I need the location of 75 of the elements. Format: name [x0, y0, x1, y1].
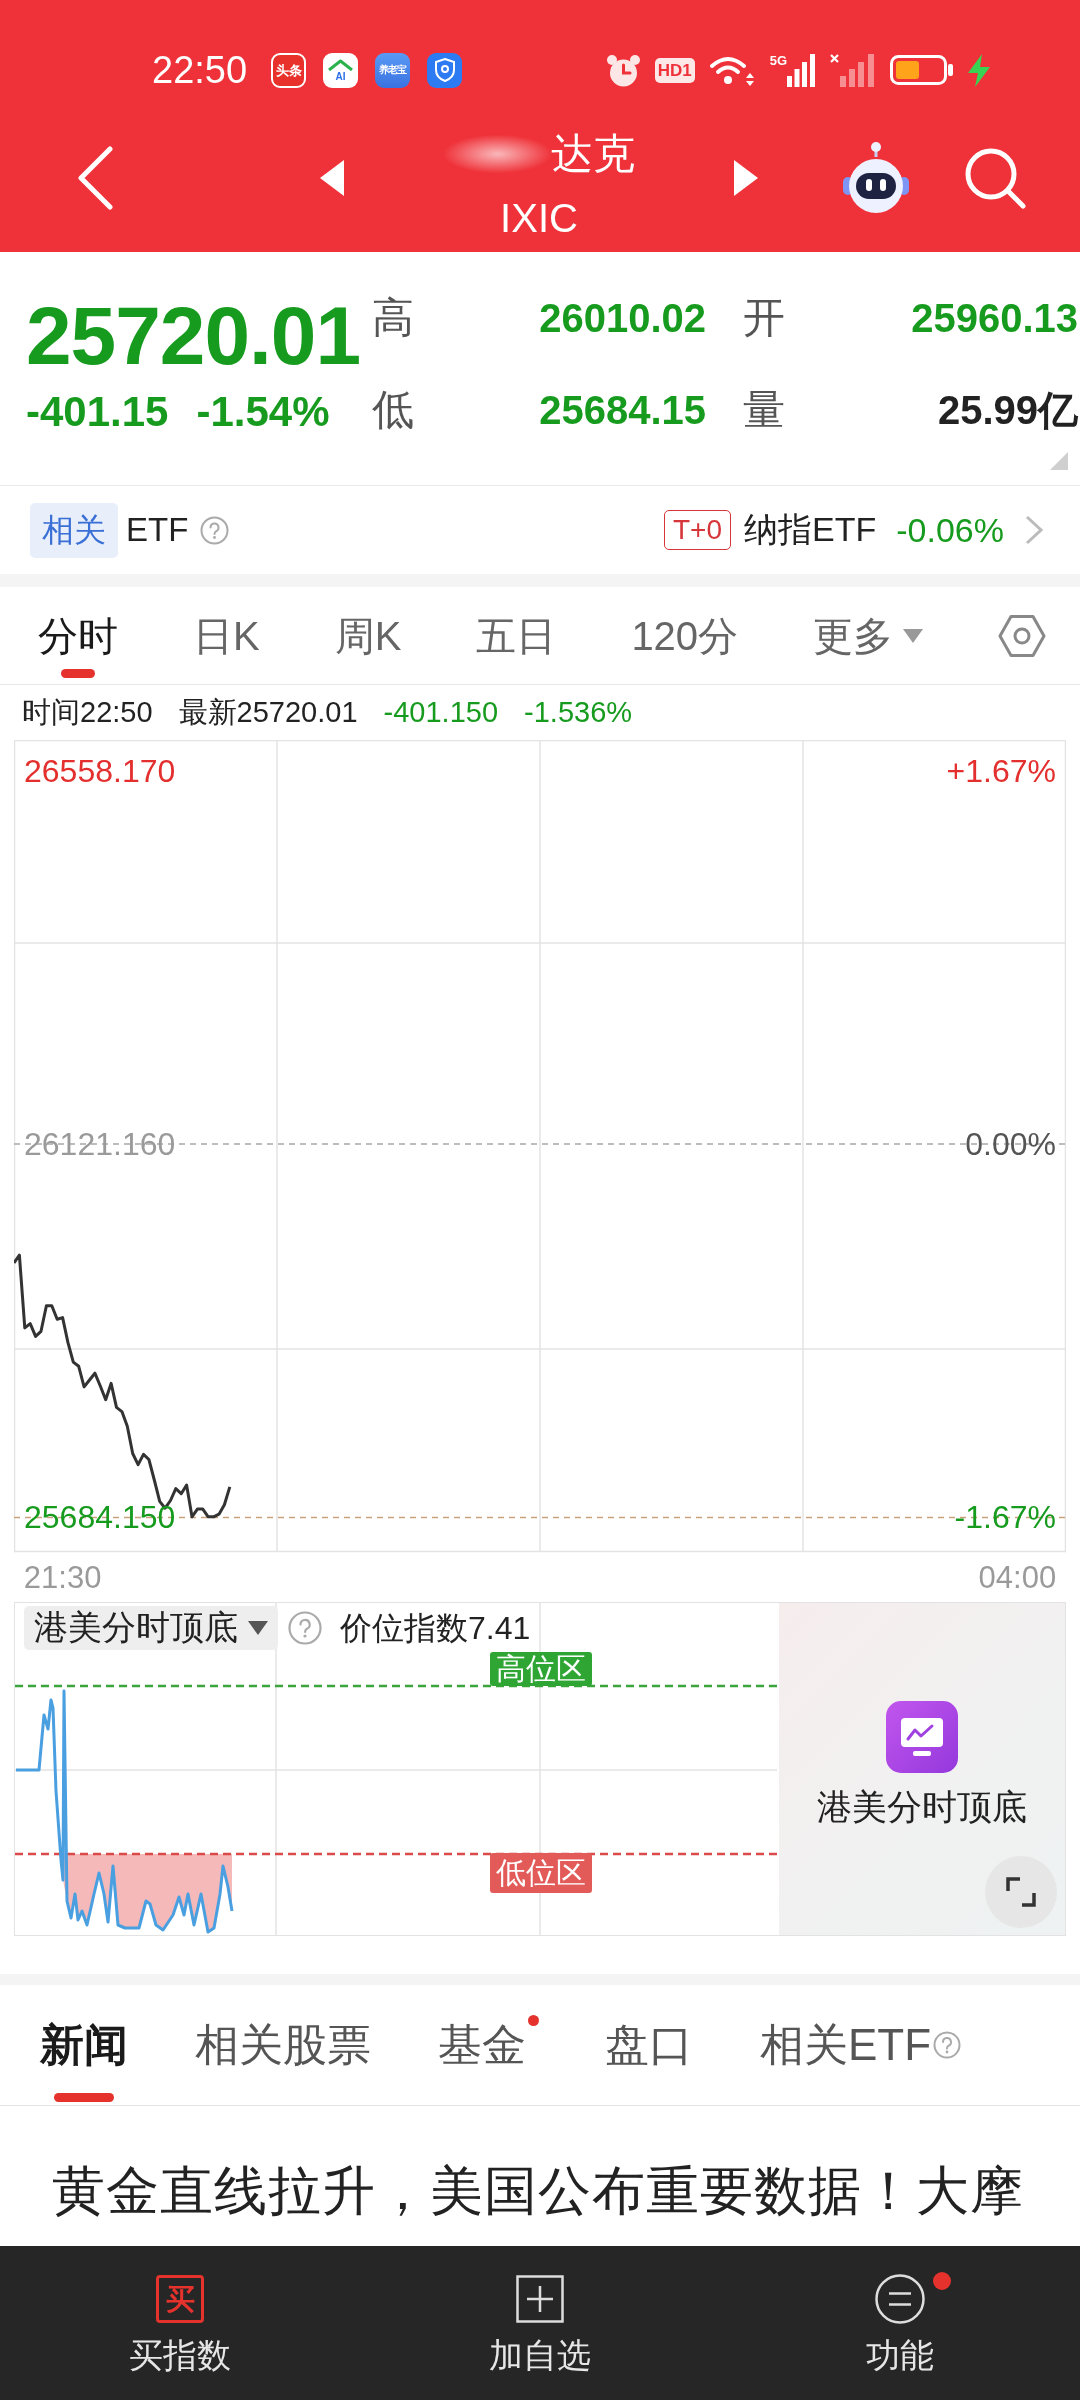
add-square-icon [516, 2275, 564, 2323]
related-tag: 相关 [30, 502, 118, 558]
change-readout: -401.150 [383, 696, 499, 729]
chart-tab[interactable]: 120分 [631, 587, 739, 684]
app-icon: 养老宝 [375, 52, 411, 88]
nav-button[interactable]: 功能 [866, 2274, 934, 2375]
page-subtitle: IXIC [500, 195, 578, 241]
high-zone-tag: 高位区 [490, 1652, 592, 1686]
app-icon: 头条 [271, 52, 307, 88]
chart-tab[interactable]: 分时 [38, 587, 118, 684]
chart-tab[interactable]: 五日 [476, 587, 557, 684]
triangle-right-icon[interactable] [734, 160, 758, 196]
percent-readout: -1.536% [524, 696, 633, 729]
no-signal-icon [830, 53, 875, 87]
hd-badge: HD1 [654, 57, 695, 83]
price-axis-label: 25684.150 [24, 1499, 176, 1536]
alarm-clock-icon [606, 53, 640, 87]
battery-icon [890, 55, 953, 85]
etf-label: ETF [126, 511, 189, 549]
home-app-icon: AI [323, 52, 359, 88]
t0-badge: T+0 [664, 510, 732, 550]
status-time: 22:50 [152, 51, 248, 89]
stat-label: 开 [743, 293, 785, 343]
stat-label: 低 [372, 385, 412, 435]
promo-title: 港美分时顶底 [817, 1786, 1027, 1828]
news-tab[interactable]: 盘口 [605, 1985, 693, 2105]
price-change: -401.15 [26, 387, 169, 437]
stat-value: 25.99亿 [937, 387, 1078, 434]
price-axis-label: 26121.160 [24, 1126, 176, 1162]
stat-value: 25960.13 [911, 295, 1078, 342]
price-axis-label: 26558.170 [24, 752, 176, 789]
news-tab[interactable]: 相关股票 [195, 1985, 371, 2105]
stat-label: 量 [743, 385, 785, 435]
search-icon[interactable] [964, 147, 1026, 209]
chart-tab[interactable]: 周K [334, 587, 402, 684]
help-icon[interactable] [288, 1611, 322, 1645]
stat-value: 26010.02 [539, 295, 706, 342]
shield-app-icon [427, 52, 463, 88]
time-readout: 时间22:50 [22, 694, 153, 730]
stat-label: 高 [372, 293, 412, 343]
etf-name[interactable]: 纳指ETF [744, 507, 877, 553]
stat-value: 25684.15 [539, 387, 706, 434]
nav-button[interactable]: 买 买指数 [129, 2274, 231, 2375]
low-zone-tag: 低位区 [490, 1853, 592, 1893]
indicator-dropdown[interactable]: 港美分时顶底 [24, 1606, 278, 1650]
chart-tab[interactable]: 日K [193, 587, 260, 684]
news-tab[interactable]: 新闻 [40, 1985, 128, 2105]
percent-axis-label: +1.67% [946, 752, 1056, 789]
time-axis-label: 04:00 [978, 1560, 1057, 1595]
time-axis-label: 21:30 [23, 1560, 102, 1595]
latest-readout: 最新25720.01 [178, 694, 358, 730]
chevron-left-icon[interactable] [76, 146, 114, 210]
percent-change: -1.54% [196, 387, 330, 437]
percent-axis-label: -1.67% [954, 1499, 1056, 1536]
nav-button[interactable]: 加自选 [489, 2274, 591, 2375]
help-icon[interactable] [200, 515, 230, 545]
expand-icon [985, 1856, 1057, 1928]
chart-tab[interactable]: 更多 [813, 587, 924, 684]
caret-down-icon [903, 628, 924, 643]
expand-button[interactable] [985, 1856, 1057, 1928]
last-price: 25720.01 [26, 289, 361, 383]
corner-triangle-icon [1050, 452, 1068, 470]
index-readout: 价位指数7.41 [340, 1609, 531, 1648]
charging-bolt-icon [968, 53, 990, 87]
news-tab[interactable]: 相关ETF [760, 1985, 962, 2105]
monitor-chart-icon[interactable] [886, 1701, 958, 1773]
caret-down-icon [248, 1621, 268, 1635]
menu-icon [875, 2274, 925, 2324]
page-title: 达克 [550, 130, 635, 178]
etf-change: -0.06% [896, 510, 1004, 550]
news-headline[interactable]: 黄金直线拉升，美国公布重要数据！大摩 [52, 2156, 1024, 2226]
percent-axis-label: 0.00% [965, 1126, 1056, 1162]
news-tab[interactable]: 基金 [438, 1985, 526, 2105]
buy-icon: 买 [156, 2275, 204, 2323]
triangle-left-icon[interactable] [320, 160, 344, 196]
